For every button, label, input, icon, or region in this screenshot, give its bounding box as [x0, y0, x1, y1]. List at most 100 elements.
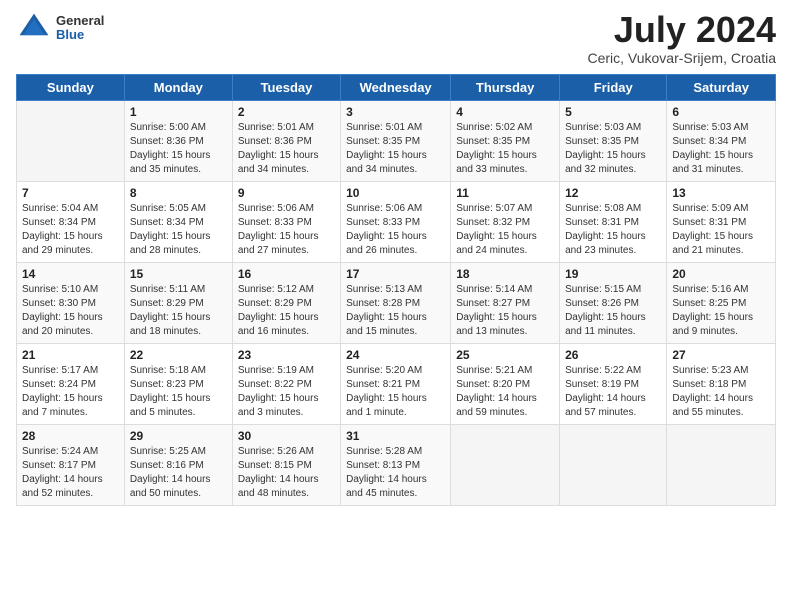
- calendar-cell: 7 Sunrise: 5:04 AM Sunset: 8:34 PM Daylig…: [17, 181, 125, 262]
- calendar-cell: 16Sunrise: 5:12 AM Sunset: 8:29 PM Dayli…: [232, 262, 340, 343]
- calendar-cell: [667, 424, 776, 505]
- calendar-cell: 15 Sunrise: 5:11 AM Sunset: 8:29 PM Dayli…: [124, 262, 232, 343]
- weekday-header-saturday: Saturday: [667, 74, 776, 100]
- day-info: Sunrise: 5:08 AM Sunset: 8:31 PM Dayligh…: [565, 202, 661, 258]
- day-info: Sunrise: 5:06 AM Sunset: 8:33 PM Dayligh…: [238, 202, 335, 258]
- calendar-cell: 25 Sunrise: 5:21 AM Sunset: 8:20 PM Dayli…: [451, 343, 560, 424]
- calendar-cell: 10 Sunrise: 5:06 AM Sunset: 8:33 PM Dayli…: [341, 181, 451, 262]
- calendar-cell: 3 Sunrise: 5:01 AM Sunset: 8:35 PM Daylig…: [341, 100, 451, 181]
- calendar-cell: 23 Sunrise: 5:19 AM Sunset: 8:22 PM Dayli…: [232, 343, 340, 424]
- day-info: Sunrise: 5:02 AM Sunset: 8:35 PM Dayligh…: [456, 121, 554, 177]
- calendar-cell: 26 Sunrise: 5:22 AM Sunset: 8:19 PM Dayli…: [560, 343, 667, 424]
- day-info: Sunrise: 5:09 AM Sunset: 8:31 PM Dayligh…: [672, 202, 770, 258]
- day-number: 25: [456, 348, 554, 362]
- page: General Blue July 2024 Ceric, Vukovar-Sr…: [0, 0, 792, 522]
- calendar-cell: 8 Sunrise: 5:05 AM Sunset: 8:34 PM Daylig…: [124, 181, 232, 262]
- calendar-cell: 2Sunrise: 5:01 AM Sunset: 8:36 PM Daylig…: [232, 100, 340, 181]
- calendar-table: SundayMondayTuesdayWednesdayThursdayFrid…: [16, 74, 776, 506]
- day-info: Sunrise: 5:20 AM Sunset: 8:21 PM Dayligh…: [346, 364, 445, 420]
- day-number: 19: [565, 267, 661, 281]
- calendar-cell: 24 Sunrise: 5:20 AM Sunset: 8:21 PM Dayli…: [341, 343, 451, 424]
- day-info: Sunrise: 5:17 AM Sunset: 8:24 PM Dayligh…: [22, 364, 119, 420]
- day-number: 28: [22, 429, 119, 443]
- calendar-cell: [560, 424, 667, 505]
- day-info: Sunrise: 5:26 AM Sunset: 8:15 PM Dayligh…: [238, 445, 335, 501]
- weekday-header-thursday: Thursday: [451, 74, 560, 100]
- day-number: 6: [672, 105, 770, 119]
- day-info: Sunrise: 5:16 AM Sunset: 8:25 PM Dayligh…: [672, 283, 770, 339]
- day-number: 23: [238, 348, 335, 362]
- calendar-cell: 18Sunrise: 5:14 AM Sunset: 8:27 PM Dayli…: [451, 262, 560, 343]
- day-info: Sunrise: 5:23 AM Sunset: 8:18 PM Dayligh…: [672, 364, 770, 420]
- calendar-cell: 19 Sunrise: 5:15 AM Sunset: 8:26 PM Dayli…: [560, 262, 667, 343]
- month-year-title: July 2024: [587, 10, 776, 50]
- calendar-cell: 12Sunrise: 5:08 AM Sunset: 8:31 PM Dayli…: [560, 181, 667, 262]
- day-number: 30: [238, 429, 335, 443]
- day-number: 24: [346, 348, 445, 362]
- calendar-cell: 21Sunrise: 5:17 AM Sunset: 8:24 PM Dayli…: [17, 343, 125, 424]
- calendar-cell: 13Sunrise: 5:09 AM Sunset: 8:31 PM Dayli…: [667, 181, 776, 262]
- calendar-cell: [17, 100, 125, 181]
- day-number: 10: [346, 186, 445, 200]
- day-number: 11: [456, 186, 554, 200]
- calendar-cell: [451, 424, 560, 505]
- day-info: Sunrise: 5:11 AM Sunset: 8:29 PM Dayligh…: [130, 283, 227, 339]
- calendar-cell: 9Sunrise: 5:06 AM Sunset: 8:33 PM Daylig…: [232, 181, 340, 262]
- calendar-cell: 28 Sunrise: 5:24 AM Sunset: 8:17 PM Dayli…: [17, 424, 125, 505]
- day-info: Sunrise: 5:13 AM Sunset: 8:28 PM Dayligh…: [346, 283, 445, 339]
- day-number: 1: [130, 105, 227, 119]
- day-info: Sunrise: 5:01 AM Sunset: 8:35 PM Dayligh…: [346, 121, 445, 177]
- day-info: Sunrise: 5:06 AM Sunset: 8:33 PM Dayligh…: [346, 202, 445, 258]
- calendar-week-row: 28 Sunrise: 5:24 AM Sunset: 8:17 PM Dayli…: [17, 424, 776, 505]
- day-info: Sunrise: 5:25 AM Sunset: 8:16 PM Dayligh…: [130, 445, 227, 501]
- day-number: 31: [346, 429, 445, 443]
- weekday-header-monday: Monday: [124, 74, 232, 100]
- calendar-cell: 31 Sunrise: 5:28 AM Sunset: 8:13 PM Dayli…: [341, 424, 451, 505]
- logo-text: General Blue: [56, 14, 104, 43]
- day-number: 16: [238, 267, 335, 281]
- day-number: 4: [456, 105, 554, 119]
- day-number: 26: [565, 348, 661, 362]
- day-info: Sunrise: 5:03 AM Sunset: 8:34 PM Dayligh…: [672, 121, 770, 177]
- day-info: Sunrise: 5:28 AM Sunset: 8:13 PM Dayligh…: [346, 445, 445, 501]
- title-block: July 2024 Ceric, Vukovar-Srijem, Croatia: [587, 10, 776, 66]
- calendar-cell: 20 Sunrise: 5:16 AM Sunset: 8:25 PM Dayli…: [667, 262, 776, 343]
- calendar-week-row: 1 Sunrise: 5:00 AM Sunset: 8:36 PM Daylig…: [17, 100, 776, 181]
- day-info: Sunrise: 5:07 AM Sunset: 8:32 PM Dayligh…: [456, 202, 554, 258]
- day-number: 8: [130, 186, 227, 200]
- logo: General Blue: [16, 10, 104, 46]
- calendar-cell: 22Sunrise: 5:18 AM Sunset: 8:23 PM Dayli…: [124, 343, 232, 424]
- calendar-cell: 6 Sunrise: 5:03 AM Sunset: 8:34 PM Daylig…: [667, 100, 776, 181]
- header: General Blue July 2024 Ceric, Vukovar-Sr…: [16, 10, 776, 66]
- day-number: 29: [130, 429, 227, 443]
- day-info: Sunrise: 5:24 AM Sunset: 8:17 PM Dayligh…: [22, 445, 119, 501]
- day-info: Sunrise: 5:03 AM Sunset: 8:35 PM Dayligh…: [565, 121, 661, 177]
- day-number: 22: [130, 348, 227, 362]
- day-number: 17: [346, 267, 445, 281]
- day-info: Sunrise: 5:10 AM Sunset: 8:30 PM Dayligh…: [22, 283, 119, 339]
- weekday-header-row: SundayMondayTuesdayWednesdayThursdayFrid…: [17, 74, 776, 100]
- day-info: Sunrise: 5:21 AM Sunset: 8:20 PM Dayligh…: [456, 364, 554, 420]
- day-info: Sunrise: 5:22 AM Sunset: 8:19 PM Dayligh…: [565, 364, 661, 420]
- calendar-cell: 30 Sunrise: 5:26 AM Sunset: 8:15 PM Dayli…: [232, 424, 340, 505]
- calendar-cell: 17 Sunrise: 5:13 AM Sunset: 8:28 PM Dayli…: [341, 262, 451, 343]
- day-info: Sunrise: 5:04 AM Sunset: 8:34 PM Dayligh…: [22, 202, 119, 258]
- day-number: 18: [456, 267, 554, 281]
- day-info: Sunrise: 5:15 AM Sunset: 8:26 PM Dayligh…: [565, 283, 661, 339]
- day-info: Sunrise: 5:19 AM Sunset: 8:22 PM Dayligh…: [238, 364, 335, 420]
- day-number: 27: [672, 348, 770, 362]
- logo-general: General: [56, 14, 104, 28]
- day-number: 7: [22, 186, 119, 200]
- day-number: 3: [346, 105, 445, 119]
- location-subtitle: Ceric, Vukovar-Srijem, Croatia: [587, 50, 776, 66]
- day-number: 15: [130, 267, 227, 281]
- weekday-header-tuesday: Tuesday: [232, 74, 340, 100]
- day-info: Sunrise: 5:00 AM Sunset: 8:36 PM Dayligh…: [130, 121, 227, 177]
- logo-blue: Blue: [56, 28, 104, 42]
- day-number: 20: [672, 267, 770, 281]
- weekday-header-wednesday: Wednesday: [341, 74, 451, 100]
- calendar-cell: 5Sunrise: 5:03 AM Sunset: 8:35 PM Daylig…: [560, 100, 667, 181]
- day-info: Sunrise: 5:01 AM Sunset: 8:36 PM Dayligh…: [238, 121, 335, 177]
- calendar-cell: 4 Sunrise: 5:02 AM Sunset: 8:35 PM Daylig…: [451, 100, 560, 181]
- day-info: Sunrise: 5:05 AM Sunset: 8:34 PM Dayligh…: [130, 202, 227, 258]
